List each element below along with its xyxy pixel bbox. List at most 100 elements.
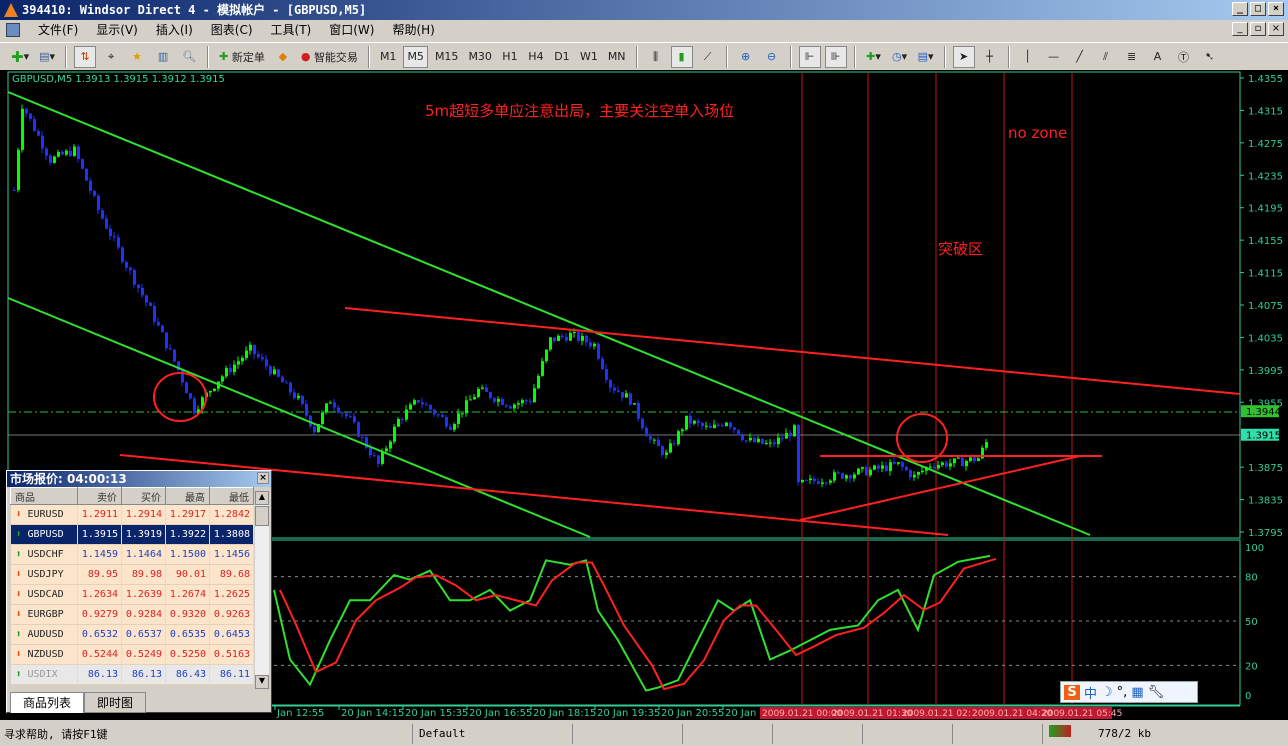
text-label-icon[interactable]: Ⓣ (1173, 46, 1195, 68)
candle-body (69, 150, 72, 156)
mdi-minimize-button[interactable]: _ (1232, 22, 1248, 36)
candle-body (617, 390, 620, 393)
candle-body (489, 392, 492, 399)
annotation-no-zone[interactable]: no zone (1008, 124, 1067, 142)
quote-row[interactable]: ⬆ USDIX 86.13 86.13 86.43 86.11 (10, 664, 254, 685)
quote-value: 1.3919 (121, 524, 166, 545)
candle-body (257, 354, 260, 358)
templates-button[interactable]: ▤ ▾ (915, 46, 937, 68)
candle-body (457, 413, 460, 425)
tab-symbols[interactable]: 商品列表 (10, 692, 85, 713)
new-chart-button[interactable]: ✚ ▾ (8, 46, 32, 68)
column-header[interactable]: 卖价 (77, 487, 122, 505)
periods-button[interactable]: ◷ ▾ (889, 46, 911, 68)
crosshair-nav-icon[interactable]: ⌖ (100, 46, 122, 68)
connection-icon (1042, 724, 1092, 744)
metaeditor-button[interactable]: ◆ (272, 46, 294, 68)
new-order-button[interactable]: ✚ 新定单 (216, 46, 268, 68)
ime-toolbar[interactable]: S 中 ☽ °, ▦ 🔧︎ (1060, 681, 1198, 703)
auto-scroll-icon[interactable]: ⊩ (798, 45, 821, 68)
horizontal-line-icon[interactable]: — (1043, 46, 1065, 68)
crosshair-icon[interactable]: ┼ (979, 46, 1001, 68)
menu-window[interactable]: 窗口(W) (329, 21, 374, 38)
quote-value: 0.6532 (77, 624, 122, 645)
tf-h1[interactable]: H1 (499, 46, 521, 68)
arrows-icon[interactable]: ➷ (1199, 46, 1221, 68)
bar-chart-icon[interactable]: ⫼ (645, 46, 667, 68)
profiles-button[interactable]: ▤ ▾ (36, 46, 58, 68)
quote-row[interactable]: ⬇ EURUSD 1.2911 1.2914 1.2917 1.2842 (10, 504, 254, 525)
candle-body (453, 424, 456, 430)
candle-body (41, 135, 44, 149)
scrollbar[interactable]: ▲ ▼ (255, 491, 269, 689)
candle-body (221, 376, 224, 382)
fibonacci-icon[interactable]: ≣ (1121, 46, 1143, 68)
tf-m30[interactable]: M30 (465, 46, 495, 68)
tf-m15[interactable]: M15 (432, 46, 462, 68)
tf-m5[interactable]: M5 (403, 45, 428, 68)
quote-row[interactable]: ⬇ EURGBP 0.9279 0.9284 0.9320 0.9263 (10, 604, 254, 625)
tf-h4[interactable]: H4 (525, 46, 547, 68)
quote-row[interactable]: ⬇ USDCAD 1.2634 1.2639 1.2674 1.2625 (10, 584, 254, 605)
quote-row[interactable]: ⬆ USDCHF 1.1459 1.1464 1.1500 1.1456 (10, 544, 254, 565)
ime-mode[interactable]: 中 (1084, 683, 1097, 702)
quote-value: 0.9279 (77, 604, 122, 625)
terminal-button[interactable]: ▥ (152, 46, 174, 68)
navigator-button[interactable]: ★ (126, 46, 148, 68)
candle-body (637, 403, 640, 419)
close-button[interactable]: × (1268, 2, 1284, 16)
text-tool-icon[interactable]: A (1147, 46, 1169, 68)
mdi-close-button[interactable]: × (1268, 22, 1284, 36)
tf-d1[interactable]: D1 (551, 46, 573, 68)
menu-view[interactable]: 显示(V) (96, 21, 138, 38)
document-icon[interactable] (6, 22, 20, 37)
maximize-button[interactable]: □ (1250, 2, 1266, 16)
menu-insert[interactable]: 插入(I) (156, 21, 193, 38)
mdi-restore-button[interactable]: ▫ (1250, 22, 1266, 36)
vertical-line-icon[interactable]: │ (1017, 46, 1039, 68)
quote-row[interactable]: ⬇ NZDUSD 0.5244 0.5249 0.5250 0.5163 (10, 644, 254, 665)
market-watch-button[interactable]: ⇅ (74, 45, 97, 68)
annotation-breakout[interactable]: 突破区 (938, 238, 983, 259)
zoom-out-icon[interactable]: ⊖ (761, 46, 783, 68)
candle-body (353, 416, 356, 423)
candle-body (325, 403, 328, 413)
menu-help[interactable]: 帮助(H) (392, 21, 434, 38)
line-chart-icon[interactable]: ⟋ (697, 46, 719, 68)
quote-row[interactable]: ⬇ USDJPY 89.95 89.98 90.01 89.68 (10, 564, 254, 585)
tester-button[interactable]: 🔍︎ (178, 46, 200, 68)
zoom-in-icon[interactable]: ⊕ (735, 46, 757, 68)
candle-body (873, 465, 876, 470)
market-watch-panel[interactable]: 市场报价: 04:00:13 × 商品 卖价 买价 最高 最低 ⬇ EURUSD 1.2911… (6, 470, 272, 713)
equidistant-channel-icon[interactable]: ⫽ (1095, 46, 1117, 68)
candle-body (965, 460, 968, 467)
expert-advisors-button[interactable]: ● 智能交易 (298, 46, 361, 68)
chart-shift-icon[interactable]: ⊪ (824, 45, 847, 68)
quote-row[interactable]: ⬆ AUDUSD 0.6532 0.6537 0.6535 0.6453 (10, 624, 254, 645)
candle-body (13, 189, 16, 191)
trendline-icon[interactable]: ╱ (1069, 46, 1091, 68)
minimize-button[interactable]: _ (1232, 2, 1248, 16)
menu-tools[interactable]: 工具(T) (271, 21, 312, 38)
market-watch-close-button[interactable]: × (257, 472, 269, 484)
candle-body (677, 431, 680, 445)
column-header[interactable]: 最低 (209, 487, 254, 505)
indicators-button[interactable]: ✚ ▾ (863, 46, 885, 68)
tf-m1[interactable]: M1 (377, 46, 400, 68)
column-header[interactable]: 买价 (121, 487, 166, 505)
menu-file[interactable]: 文件(F) (38, 21, 78, 38)
tf-mn[interactable]: MN (605, 46, 629, 68)
quote-value: 1.3808 (209, 524, 254, 545)
tab-tick-chart[interactable]: 即时图 (84, 692, 147, 713)
candle-body (649, 436, 652, 440)
column-header[interactable]: 商品 (10, 487, 78, 505)
column-header[interactable]: 最高 (165, 487, 210, 505)
candlestick-icon[interactable]: ▮ (670, 45, 693, 68)
menu-charts[interactable]: 图表(C) (211, 21, 253, 38)
candle-body (497, 398, 500, 402)
cursor-icon[interactable]: ➤ (952, 45, 975, 68)
tf-w1[interactable]: W1 (577, 46, 601, 68)
annotation-main[interactable]: 5m超短多单应注意出局，主要关注空单入场位 (425, 100, 734, 121)
candle-body (413, 400, 416, 405)
quote-row[interactable]: ⬆ GBPUSD 1.3915 1.3919 1.3922 1.3808 (10, 524, 254, 545)
